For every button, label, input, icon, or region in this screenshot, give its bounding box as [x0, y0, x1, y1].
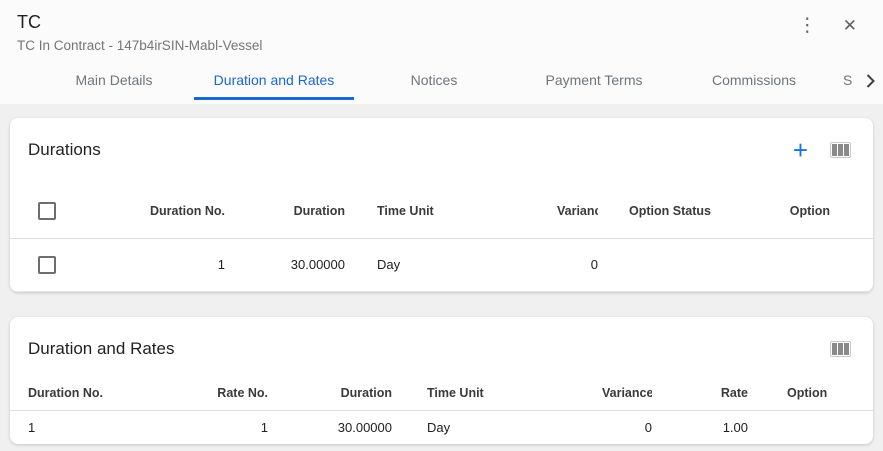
duration-rates-card-header: Duration and Rates: [10, 317, 873, 377]
cell-option: [748, 411, 845, 444]
durations-card: Durations + Duration No. Duration Time U…: [10, 118, 873, 292]
cell-duration: 30.00000: [268, 411, 392, 444]
table-row[interactable]: 1 1 30.00000 Day 0 1.00: [10, 411, 873, 444]
column-settings-icon[interactable]: [830, 341, 851, 357]
cell-rate: 1.00: [652, 411, 748, 444]
dialog-content: Durations + Duration No. Duration Time U…: [0, 104, 883, 444]
duration-rates-actions: [830, 341, 851, 357]
cell-duration: 30.00000: [225, 238, 345, 291]
col-rate: Rate: [652, 377, 748, 411]
col-rate-no: Rate No.: [210, 377, 268, 411]
tab-payment-terms[interactable]: Payment Terms: [514, 62, 674, 100]
select-all-cell: [10, 185, 70, 238]
page-title: TC: [17, 10, 262, 34]
dialog-header-text: TC TC In Contract - 147b4irSIN-Mabl-Vess…: [17, 10, 262, 56]
col-time-unit: Time Unit: [345, 185, 557, 238]
chevron-right-icon[interactable]: [857, 62, 883, 100]
col-variance: Variance: [602, 377, 652, 411]
tab-bar: Main Details Duration and Rates Notices …: [0, 62, 883, 104]
cell-variance: 0: [557, 238, 598, 291]
dialog-header-actions: ⋮ ✕: [794, 10, 867, 36]
tab-next-partial[interactable]: S: [834, 62, 857, 100]
duration-rates-header-row: Duration No. Rate No. Duration Time Unit…: [10, 377, 873, 411]
duration-and-rates-card: Duration and Rates Duration No. Rate No.…: [10, 317, 873, 444]
durations-card-header: Durations +: [10, 118, 873, 185]
col-duration-no: Duration No.: [70, 185, 225, 238]
col-duration-no: Duration No.: [10, 377, 210, 411]
row-checkbox-cell: [10, 238, 70, 291]
table-row[interactable]: 1 30.00000 Day 0: [10, 238, 873, 291]
cell-option-status: [598, 238, 735, 291]
duration-rates-table: Duration No. Rate No. Duration Time Unit…: [10, 377, 873, 444]
tab-commissions[interactable]: Commissions: [674, 62, 834, 100]
tab-duration-and-rates[interactable]: Duration and Rates: [194, 62, 354, 100]
col-option-status: Option Status: [598, 185, 735, 238]
col-time-unit: Time Unit: [392, 377, 602, 411]
column-settings-icon[interactable]: [830, 142, 851, 158]
row-checkbox[interactable]: [38, 256, 56, 274]
tab-main-details[interactable]: Main Details: [34, 62, 194, 100]
more-options-icon[interactable]: ⋮: [794, 16, 821, 36]
page-subtitle: TC In Contract - 147b4irSIN-Mabl-Vessel: [17, 36, 262, 56]
col-variance: Variance: [557, 185, 598, 238]
col-duration: Duration: [268, 377, 392, 411]
col-option: Option: [748, 377, 845, 411]
cell-option: [735, 238, 830, 291]
durations-actions: +: [793, 140, 851, 160]
col-duration: Duration: [225, 185, 345, 238]
cell-duration-no: 1: [70, 238, 225, 291]
cell-variance: 0: [602, 411, 652, 444]
cell-rate-no: 1: [210, 411, 268, 444]
col-option: Option: [735, 185, 830, 238]
close-icon[interactable]: ✕: [843, 16, 857, 36]
durations-title: Durations: [28, 138, 101, 162]
cell-time-unit: Day: [345, 238, 557, 291]
tab-notices[interactable]: Notices: [354, 62, 514, 100]
duration-rates-title: Duration and Rates: [28, 337, 174, 361]
cell-time-unit: Day: [392, 411, 602, 444]
cell-duration-no: 1: [10, 411, 210, 444]
dialog-header: TC TC In Contract - 147b4irSIN-Mabl-Vess…: [0, 0, 883, 62]
durations-table: Duration No. Duration Time Unit Variance…: [10, 185, 873, 292]
select-all-checkbox[interactable]: [38, 202, 56, 220]
durations-header-row: Duration No. Duration Time Unit Variance…: [10, 185, 873, 238]
add-duration-icon[interactable]: +: [793, 140, 808, 160]
